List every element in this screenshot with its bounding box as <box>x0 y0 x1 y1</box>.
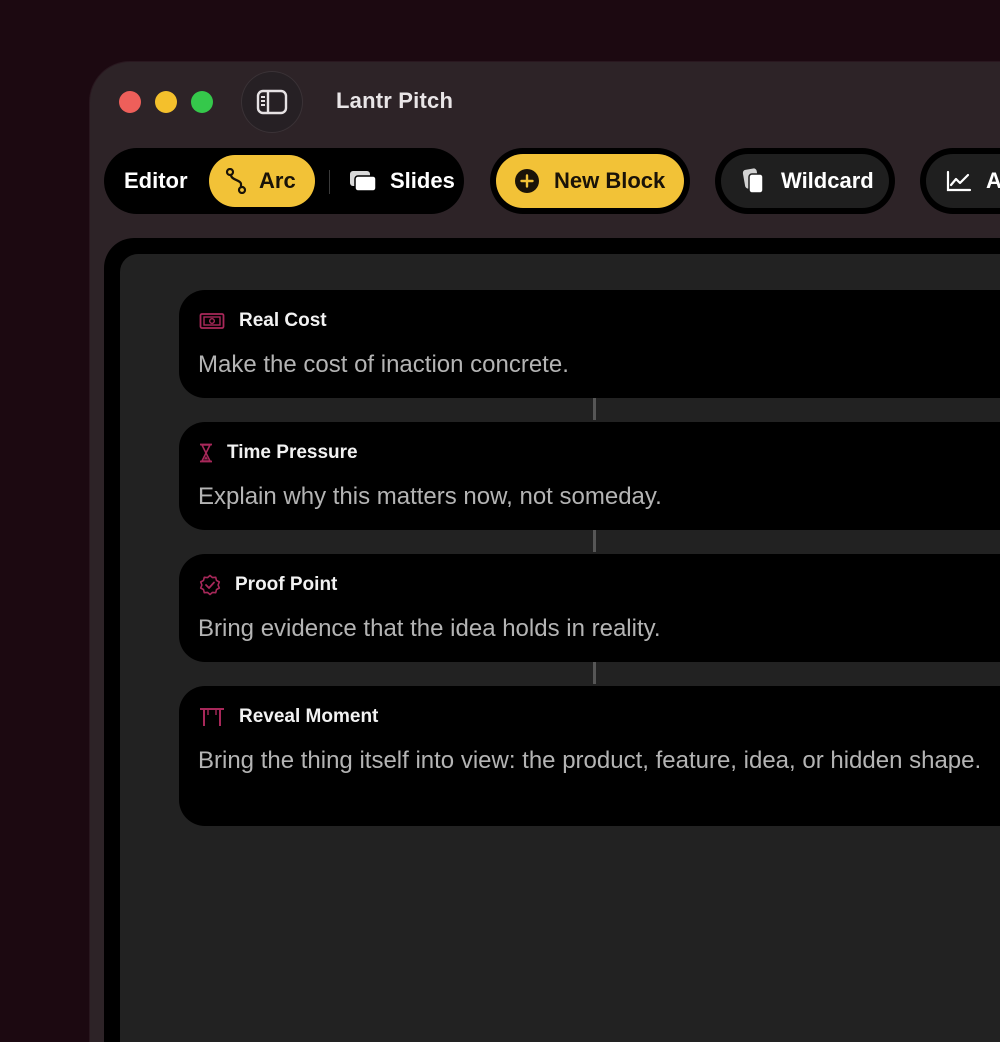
toolbar: Editor Arc Slides New Block Wildcard A <box>90 148 1000 218</box>
block-title: Time Pressure <box>227 442 358 463</box>
block-connector <box>593 398 596 420</box>
arc-mode-button[interactable]: Arc <box>209 155 315 207</box>
block-header: Proof Point <box>199 574 337 596</box>
wildcard-button[interactable]: Wildcard <box>721 154 889 208</box>
new-block-button[interactable]: New Block <box>496 154 684 208</box>
block-title: Real Cost <box>239 310 327 331</box>
route-icon <box>225 168 247 194</box>
editor-mode-switcher: Editor Arc Slides <box>104 148 464 214</box>
arc-canvas-frame: Real Cost Make the cost of inaction conc… <box>104 238 1000 1042</box>
window-title: Lantr Pitch <box>336 88 454 113</box>
block-header: Time Pressure <box>199 442 358 464</box>
block-header: Real Cost <box>199 310 327 332</box>
wildcard-label: Wildcard <box>781 168 874 193</box>
curtain-icon <box>199 707 225 727</box>
new-block-label: New Block <box>554 168 666 193</box>
arc-block-real-cost[interactable]: Real Cost Make the cost of inaction conc… <box>179 290 1000 398</box>
verified-badge-icon <box>199 574 221 596</box>
block-description: Bring the thing itself into view: the pr… <box>198 747 982 774</box>
analytics-label: A <box>986 168 1000 193</box>
block-title: Proof Point <box>235 574 338 595</box>
arc-block-reveal-moment[interactable]: Reveal Moment Bring the thing itself int… <box>179 686 1000 826</box>
plus-circle-icon <box>514 168 540 194</box>
editor-label: Editor <box>124 168 188 193</box>
analytics-button[interactable]: A <box>926 154 1000 208</box>
block-description: Make the cost of inaction concrete. <box>198 351 569 378</box>
arc-mode-label: Arc <box>259 168 296 193</box>
close-window-button[interactable] <box>119 91 141 113</box>
block-header: Reveal Moment <box>199 706 378 728</box>
arc-block-proof-point[interactable]: Proof Point Bring evidence that the idea… <box>179 554 1000 662</box>
arc-block-time-pressure[interactable]: Time Pressure Explain why this matters n… <box>179 422 1000 530</box>
slides-mode-label: Slides <box>390 168 455 193</box>
hourglass-icon <box>199 443 213 463</box>
block-connector <box>593 530 596 552</box>
app-window: Lantr Pitch Editor Arc Slides New Block … <box>90 62 1000 1042</box>
slides-icon <box>348 169 378 193</box>
sidebar-toggle-button[interactable] <box>242 72 302 132</box>
wildcard-container: Wildcard <box>715 148 895 214</box>
slides-mode-button[interactable]: Slides <box>332 155 456 207</box>
block-title: Reveal Moment <box>239 706 379 727</box>
minimize-window-button[interactable] <box>155 91 177 113</box>
line-chart-icon <box>946 170 972 192</box>
zoom-window-button[interactable] <box>191 91 213 113</box>
new-block-container: New Block <box>490 148 690 214</box>
sidebar-icon <box>256 89 288 115</box>
banknote-icon <box>199 312 225 330</box>
block-connector <box>593 662 596 684</box>
title-bar: Lantr Pitch <box>90 62 1000 142</box>
segment-divider <box>329 170 330 194</box>
cards-icon <box>741 167 767 195</box>
block-description: Bring evidence that the idea holds in re… <box>198 615 661 642</box>
block-description: Explain why this matters now, not someda… <box>198 483 662 510</box>
analytics-container: A <box>920 148 1000 214</box>
arc-canvas: Real Cost Make the cost of inaction conc… <box>120 254 1000 1042</box>
